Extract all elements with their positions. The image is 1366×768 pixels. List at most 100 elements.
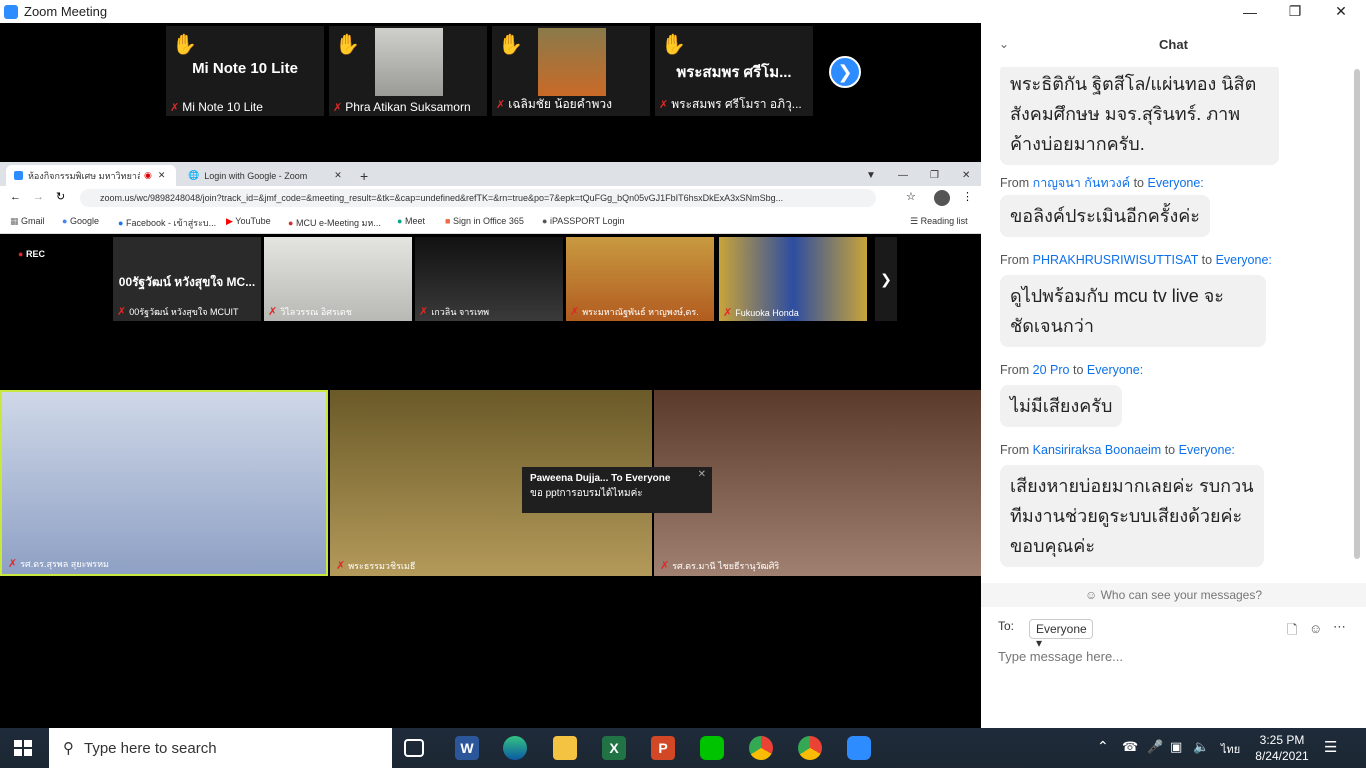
shared-browser: ห้องกิจกรรมพิเศษ มหาวิทยาลัยมหา... ◉ ✕ 🌐…	[0, 162, 981, 632]
raised-hand-icon: ✋	[661, 34, 686, 56]
restore-button[interactable]: ❐	[1272, 0, 1318, 23]
chevron-up-icon[interactable]: ⌃	[1097, 738, 1109, 755]
participant-name-large: Mi Note 10 Lite	[192, 60, 298, 77]
bookmark-google[interactable]: ● Google	[62, 216, 99, 226]
close-button[interactable]: ✕	[1318, 0, 1364, 23]
chat-panel: ⌄ Chat พระธิติกัน ฐิตสีโล/แผ่นทอง นิสิตส…	[981, 23, 1366, 728]
file-icon[interactable]: 🗋	[1287, 621, 1297, 643]
web-participant-thumb[interactable]: 00รัฐวัฒน์ หวังสุขใจ MC... ✗ 00รัฐวัฒน์ ห…	[113, 237, 261, 321]
chat-bubble: ดูไปพร้อมกับ mcu tv live จะชัดเจนกว่า	[1000, 275, 1266, 347]
url-input[interactable]: zoom.us/wc/9898248048/join?track_id=&jmf…	[80, 189, 876, 207]
browser-minimize-button[interactable]: —	[890, 165, 908, 186]
chat-sender-line: From Kansiriraksa Boonaeim to Everyone:	[1000, 443, 1235, 457]
browser-tab[interactable]: 🌐 Login with Google - Zoom ✕	[180, 165, 350, 186]
next-page-icon[interactable]: ❯	[829, 56, 861, 88]
volume-icon[interactable]: 🔈	[1193, 739, 1209, 755]
browser-restore-button[interactable]: ❐	[922, 165, 939, 186]
participant-thumb[interactable]: ✋ Mi Note 10 Lite ✗ Mi Note 10 Lite	[166, 26, 324, 116]
close-icon[interactable]: ✕	[698, 469, 706, 480]
muted-mic-icon: ✗	[333, 102, 343, 114]
participant-thumb[interactable]: ✋ ✗ เฉลิมชัย น้อยคำพวง	[492, 26, 650, 116]
minimize-button[interactable]: —	[1227, 0, 1273, 23]
chat-notification[interactable]: Paweena Dujja... To Everyone ขอ pptการอบ…	[522, 467, 712, 513]
web-participant-thumb[interactable]: ✗ วิไลวรรณ อิศรเดช	[264, 237, 412, 321]
taskbar-search[interactable]: ⚲ Type here to search	[49, 728, 392, 768]
windows-start-icon[interactable]	[14, 740, 32, 756]
microphone-icon[interactable]: 🎤	[1147, 739, 1163, 755]
file-explorer-icon[interactable]	[553, 736, 577, 760]
chat-messages: พระธิติกัน ฐิตสีโล/แผ่นทอง นิสิตสังคมศึก…	[981, 67, 1356, 577]
bookmark-meet[interactable]: ● Meet	[397, 216, 425, 226]
menu-icon[interactable]: ⋮	[962, 190, 973, 203]
meet-now-icon[interactable]: ☎	[1122, 739, 1138, 755]
message-visibility-link[interactable]: ☺ Who can see your messages?	[981, 583, 1366, 607]
emoji-icon[interactable]: ☺	[1309, 621, 1322, 636]
recipient-dropdown[interactable]: Everyone ▾	[1029, 619, 1093, 650]
bookmark-ipassport[interactable]: ● iPASSPORT Login	[542, 216, 625, 226]
chrome-icon[interactable]	[749, 736, 773, 760]
chrome-icon[interactable]	[798, 736, 822, 760]
web-participant-thumb[interactable]: ✗ พระมหาณัฐพันธ์ หาญพงษ์,ดร.	[566, 237, 714, 321]
word-icon[interactable]: W	[455, 736, 479, 760]
forward-icon[interactable]: →	[33, 191, 44, 203]
bookmark-facebook[interactable]: ● Facebook - เข้าสู่ระบ...	[118, 216, 216, 230]
participant-video	[538, 28, 606, 96]
powerpoint-icon[interactable]: P	[651, 736, 675, 760]
web-participant-thumb[interactable]: ✗ Fukuoka Honda	[719, 237, 867, 321]
muted-mic-icon: ✗	[419, 306, 429, 318]
chat-bubble: ไม่มีเสียงครับ	[1000, 385, 1123, 427]
participant-label: ✗ พระมหาณัฐพันธ์ หาญพงษ์,ดร.	[570, 306, 699, 318]
excel-icon[interactable]: X	[602, 736, 626, 760]
clock[interactable]: 3:25 PM 8/24/2021	[1251, 732, 1313, 764]
raised-hand-icon: ✋	[335, 34, 360, 56]
notification-text: ขอ pptการอบรมได้ไหมค่ะ	[530, 488, 643, 499]
bookmark-youtube[interactable]: ▶ YouTube	[226, 216, 271, 227]
tab-close-icon[interactable]: ✕	[158, 170, 166, 181]
participant-thumb[interactable]: ✋ ✗ Phra Atikan Suksamorn	[329, 26, 487, 116]
raised-hand-icon: ✋	[172, 34, 197, 56]
next-thumbs-icon[interactable]: ❯	[875, 237, 897, 321]
mic-icon: ✗	[336, 560, 346, 572]
edge-icon[interactable]	[503, 736, 527, 760]
bookmark-mcu[interactable]: ● MCU e-Meeting มห...	[288, 216, 381, 230]
bookmark-star-icon[interactable]: ☆	[906, 190, 916, 203]
participant-thumb[interactable]: ✋ พระสมพร ศรีโม... ✗ พระสมพร ศรีโมรา อภิว…	[655, 26, 813, 116]
muted-mic-icon: ✗	[570, 306, 580, 318]
search-icon: ⚲	[63, 740, 74, 757]
zoom-icon[interactable]	[847, 736, 871, 760]
muted-mic-icon: ✗	[170, 102, 180, 114]
chat-bubble: ขอลิงค์ประเมินอีกครั้งค่ะ	[1000, 195, 1210, 237]
reading-list-button[interactable]: ☰ Reading list	[910, 216, 968, 227]
browser-close-button[interactable]: ✕	[954, 165, 970, 186]
participant-label: ✗ Mi Note 10 Lite	[170, 100, 263, 114]
tab-search-icon[interactable]: ▼	[858, 165, 876, 186]
chat-bubble: พระธิติกัน ฐิตสีโล/แผ่นทอง นิสิตสังคมศึก…	[1000, 67, 1279, 165]
bookmark-gmail[interactable]: ▦ Gmail	[10, 216, 45, 227]
reload-icon[interactable]: ↻	[56, 190, 65, 203]
participant-video	[375, 28, 443, 96]
network-icon[interactable]: ▣	[1170, 739, 1182, 755]
video-tile-speaker[interactable]: ✗ รศ.ดร.สุรพล สุยะพรหม	[0, 390, 328, 576]
more-icon[interactable]: ⋯	[1333, 619, 1346, 635]
back-icon[interactable]: ←	[10, 191, 21, 203]
bookmark-office[interactable]: ■ Sign in Office 365	[445, 216, 524, 226]
profile-avatar[interactable]	[934, 190, 950, 206]
zoom-logo-icon	[4, 4, 18, 19]
web-zoom-client: ● REC 00รัฐวัฒน์ หวังสุขใจ MC... ✗ 00รัฐว…	[0, 235, 981, 632]
message-input[interactable]	[998, 649, 1338, 664]
chat-scrollbar[interactable]	[1354, 69, 1360, 559]
language-indicator[interactable]: ไทย	[1221, 740, 1240, 758]
chat-sender-line: From 20 Pro to Everyone:	[1000, 363, 1144, 377]
muted-mic-icon: ✗	[723, 307, 733, 319]
line-icon[interactable]	[700, 736, 724, 760]
web-participant-thumb[interactable]: ✗ เกวลิน จารเทพ	[415, 237, 563, 321]
participant-label: ✗ รศ.ดร.สุรพล สุยะพรหม	[8, 558, 109, 570]
raised-hand-icon: ✋	[498, 34, 523, 56]
notifications-icon[interactable]: ☰	[1324, 738, 1337, 756]
new-tab-button[interactable]: +	[356, 165, 368, 186]
task-view-icon[interactable]	[404, 739, 424, 757]
tab-close-icon[interactable]: ✕	[334, 170, 342, 181]
chevron-down-icon: ▾	[1036, 636, 1043, 650]
participant-name-large: 00รัฐวัฒน์ หวังสุขใจ MC...	[118, 275, 256, 289]
browser-tab[interactable]: ห้องกิจกรรมพิเศษ มหาวิทยาลัยมหา... ◉ ✕	[6, 165, 176, 186]
